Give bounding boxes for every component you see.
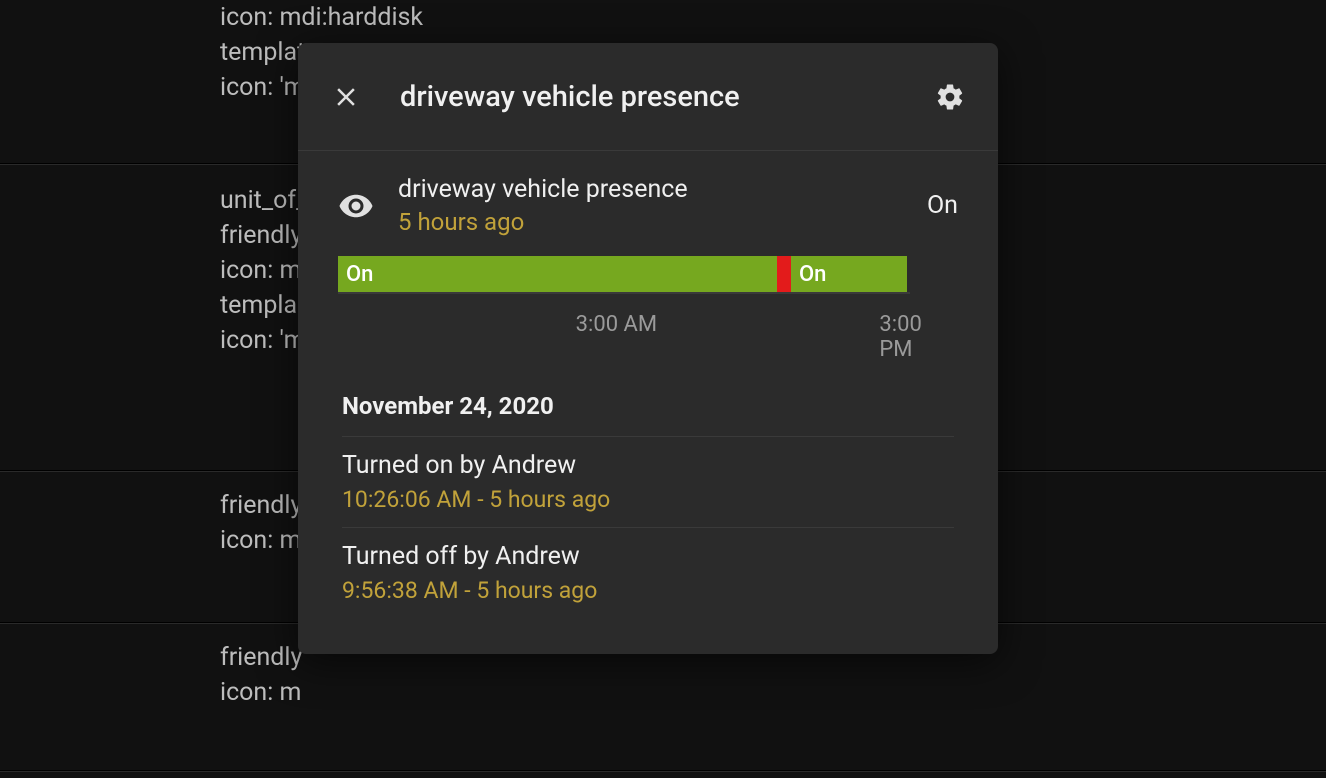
timeline-segment-label: On [346,262,373,287]
modal-header: driveway vehicle presence [298,43,998,151]
background-row: friendlyicon: mdi:battery-minus [0,771,1326,778]
entity-name: driveway vehicle presence [398,175,927,204]
background-line: icon: m [220,675,1326,710]
logbook-timestamp: 9:56:38 AM - 5 hours ago [342,577,954,604]
timeline-segment-label: On [799,262,826,287]
entity-state: On [927,191,958,220]
timeline-ticks: 3:00 AM3:00 PM [338,312,918,352]
timeline-underline [338,292,910,294]
logbook-timestamp: 10:26:06 AM - 5 hours ago [342,486,954,513]
entity-updated-ago: 5 hours ago [398,208,927,236]
timeline-segment-on[interactable]: On [338,256,777,292]
timeline-segment-off[interactable] [777,256,791,292]
timeline-tick: 3:00 PM [879,312,921,362]
entity-state-row: driveway vehicle presence 5 hours ago On [298,151,998,248]
timeline-segment-on[interactable]: On [791,256,907,292]
logbook-event: Turned off by Andrew [342,542,954,571]
timeline-tick: 3:00 AM [576,312,657,337]
logbook: November 24, 2020 Turned on by Andrew 10:… [298,352,998,654]
eye-icon [338,188,398,224]
background-line: icon: mdi:harddisk [220,0,1326,35]
entity-modal: driveway vehicle presence driveway vehic… [298,43,998,654]
entity-info: driveway vehicle presence 5 hours ago [398,175,927,236]
timeline-bar[interactable]: On On [338,256,910,292]
close-icon[interactable] [326,77,366,117]
logbook-event: Turned on by Andrew [342,451,954,480]
logbook-entry[interactable]: Turned on by Andrew 10:26:06 AM - 5 hours… [342,436,954,527]
logbook-entry[interactable]: Turned off by Andrew 9:56:38 AM - 5 hours… [342,527,954,618]
gear-icon[interactable] [930,77,970,117]
modal-title: driveway vehicle presence [366,80,930,114]
logbook-date: November 24, 2020 [342,392,954,436]
history-timeline: On On 3:00 AM3:00 PM [298,248,998,352]
